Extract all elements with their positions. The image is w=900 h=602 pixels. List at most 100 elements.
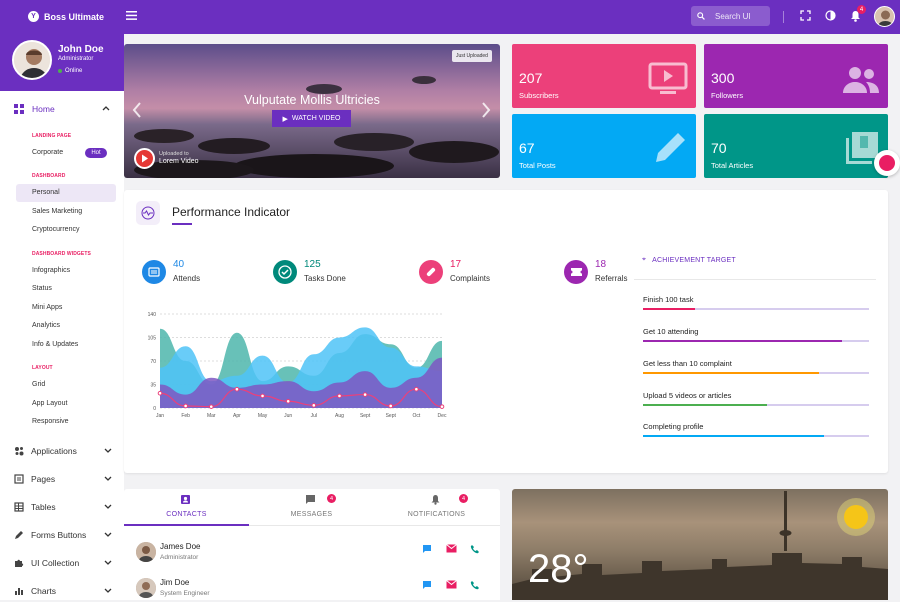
sidebar-item-personal[interactable]: Personal [32,189,60,196]
x-tick-label: Jan [156,413,164,419]
home-label: Home [32,104,55,114]
hot-badge: Hot [85,148,107,158]
avatar [136,578,156,598]
x-tick-label: Jul [311,413,317,419]
sidebar-item-sales-marketing[interactable]: Sales Marketing [32,208,82,215]
x-tick-label: Apr [233,413,241,419]
chat-icon[interactable] [422,544,432,554]
section-dashboard-widgets: DASHBOARD WIDGETS [32,251,91,257]
sidebar-item-grid[interactable]: Grid [32,381,45,388]
puzzle-icon [15,559,24,567]
tv-play-icon [648,62,688,94]
sidebar-item-responsive[interactable]: Responsive [32,418,69,425]
sidebar: John Doe Administrator Online Home LANDI… [0,34,124,600]
menu-toggle-icon[interactable] [126,11,137,20]
phone-icon[interactable] [470,544,480,554]
stat-card-subscribers[interactable]: 207 Subscribers [512,44,696,108]
fullscreen-icon[interactable] [800,10,811,21]
sidebar-item-infographics[interactable]: Infographics [32,267,70,274]
list-item[interactable]: James Doe Administrator [136,540,492,566]
play-icon[interactable] [134,148,155,169]
mail-icon[interactable] [446,544,457,553]
sidebar-item-info-updates[interactable]: Info & Updates [32,341,78,348]
stat-card-followers[interactable]: 300 Followers [704,44,888,108]
pen-icon [15,531,23,539]
watch-video-button[interactable]: ▶ WATCH VIDEO [272,110,351,127]
palette-icon [879,155,895,171]
contacts-panel: CONTACTS 4 MESSAGES 4 NOTIFICATIONS Jame… [124,489,500,600]
sidebar-item-mini-apps[interactable]: Mini Apps [32,304,62,311]
stat-card-total-articles[interactable]: 70 Total Articles [704,114,888,178]
bandage-icon [419,260,443,284]
x-tick-label: Feb [181,413,190,419]
stat-card-total-posts[interactable]: 67 Total Posts [512,114,696,178]
check-circle-icon [273,260,297,284]
performance-card: Performance Indicator 40 Attends 125 Tasks… [124,190,888,473]
sidebar-item-app-layout[interactable]: App Layout [32,400,67,407]
section-dashboard: DASHBOARD [32,173,66,179]
data-point [183,403,188,409]
pencil-icon [656,133,685,162]
sidebar-item-cryptocurrency[interactable]: Cryptocurrency [32,226,79,233]
sidebar-item-applications[interactable]: Applications [14,446,112,456]
x-tick-label: Dec [438,413,447,419]
ticket-icon [564,260,588,284]
goal-progress-bar [643,308,869,310]
title-underline [172,223,192,225]
theme-palette-button[interactable] [874,150,900,176]
sidebar-item-pages[interactable]: Pages [14,474,112,484]
sidebar-item-analytics[interactable]: Analytics [32,322,60,329]
x-tick-label: Jun [284,413,292,419]
sidebar-item-home[interactable]: Home [14,104,110,114]
profile-card: John Doe Administrator Online [0,34,124,91]
x-tick-label: Mar [207,413,216,419]
kpi-attends: 40 Attends [142,260,200,284]
user-avatar[interactable] [874,6,895,27]
message-icon [306,495,315,504]
brand[interactable]: Y Boss Ultimate [28,11,104,22]
goal-label: Finish 100 task [643,295,694,304]
online-dot-icon [58,69,62,73]
profile-avatar[interactable] [12,40,52,80]
weather-card: 28° [512,489,888,600]
sidebar-item-forms-buttons[interactable]: Forms Buttons [14,530,112,540]
search-input[interactable]: Search UI [691,6,770,26]
list-item[interactable]: Jim Doe System Engineer [136,576,492,602]
theme-toggle-icon[interactable] [825,10,836,21]
tab-messages[interactable]: 4 MESSAGES [249,489,374,525]
sidebar-item-tables[interactable]: Tables [14,502,112,512]
goal-label: Get less than 10 complaint [643,359,732,368]
sidebar-item-corporate[interactable]: Corporate [32,149,63,156]
chevron-down-icon [104,588,112,593]
notifications-badge: 4 [459,494,468,503]
chevron-up-icon [102,106,110,111]
chevron-down-icon [104,448,112,453]
phone-icon[interactable] [470,580,480,590]
temperature: 28° [528,547,589,591]
goal-label: Upload 5 videos or articles [643,391,732,400]
performance-area-chart: 0 35 70 105 140 Jan Feb Mar Apr May Jun Jul Aug Sept S… [148,312,447,419]
play-small-icon: ▶ [282,115,288,123]
search-icon [697,12,705,20]
data-point [362,392,368,397]
selected-highlight [16,184,116,202]
data-point [285,398,291,404]
dashboard-grid-icon [14,104,24,114]
goal-progress-bar [643,372,869,374]
sidebar-item-ui-collection[interactable]: UI Collection [14,558,112,568]
notification-badge: 4 [857,5,866,14]
performance-title: Performance Indicator [172,205,291,219]
y-tick-label: 105 [148,336,157,342]
mail-icon[interactable] [446,580,457,589]
profile-role: Administrator [58,56,94,62]
section-landing-page: LANDING PAGE [32,133,72,139]
chat-icon[interactable] [422,580,432,590]
apps-icon [15,447,24,456]
bell-icon [431,495,440,505]
tab-notifications[interactable]: 4 NOTIFICATIONS [374,489,499,525]
app-title: Boss Ultimate [44,11,105,22]
sidebar-item-status[interactable]: Status [32,285,52,292]
goal-progress-bar [643,404,869,406]
tab-contacts[interactable]: CONTACTS [124,489,249,525]
sidebar-item-charts[interactable]: Charts [14,586,112,596]
